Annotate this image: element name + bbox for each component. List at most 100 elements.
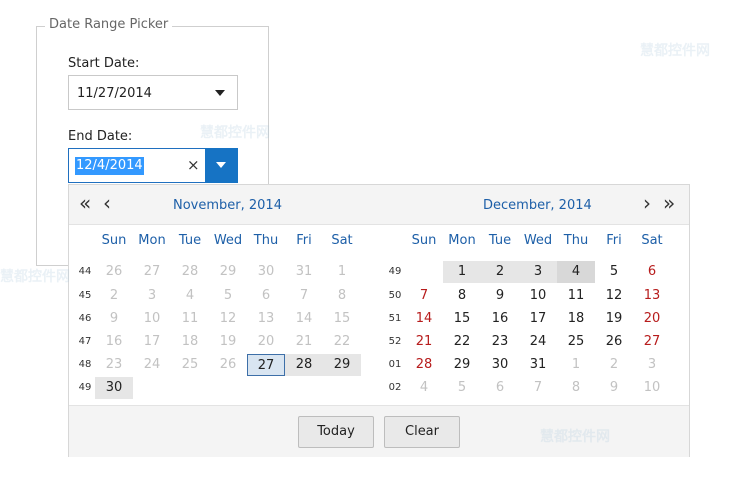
- calendar-day[interactable]: 28: [285, 354, 323, 376]
- left-month-title: November, 2014: [173, 198, 282, 213]
- calendar-day[interactable]: 27: [633, 331, 671, 353]
- end-date-value[interactable]: 12/4/2014: [75, 157, 144, 175]
- clear-icon[interactable]: ×: [187, 156, 200, 174]
- calendar-day[interactable]: 9: [481, 285, 519, 307]
- clear-button[interactable]: Clear: [384, 416, 460, 448]
- weekday-header: Sat: [641, 233, 663, 248]
- calendar-day[interactable]: 23: [95, 354, 133, 376]
- calendar-day[interactable]: 9: [95, 308, 133, 330]
- today-button[interactable]: Today: [298, 416, 374, 448]
- calendar-day[interactable]: 3: [633, 354, 671, 376]
- calendar-day[interactable]: 10: [133, 308, 171, 330]
- calendar-day[interactable]: 1: [557, 354, 595, 376]
- week-number: 52: [388, 336, 402, 347]
- calendar-day[interactable]: 9: [595, 377, 633, 399]
- calendar-day[interactable]: 31: [519, 354, 557, 376]
- calendar-day[interactable]: 24: [133, 354, 171, 376]
- calendar-day[interactable]: 26: [209, 354, 247, 376]
- calendar-day[interactable]: 28: [405, 354, 443, 376]
- calendar-day[interactable]: 10: [633, 377, 671, 399]
- weekday-header: Fri: [606, 233, 622, 248]
- end-date-label: End Date:: [68, 129, 133, 144]
- calendar-day[interactable]: 29: [323, 354, 361, 376]
- calendar-day[interactable]: 2: [595, 354, 633, 376]
- calendar-day[interactable]: 19: [209, 331, 247, 353]
- calendar-day[interactable]: 20: [247, 331, 285, 353]
- calendar-day[interactable]: 16: [481, 308, 519, 330]
- calendar-day[interactable]: 1: [443, 261, 481, 283]
- calendar-day[interactable]: 20: [633, 308, 671, 330]
- calendar-day[interactable]: 11: [557, 285, 595, 307]
- calendar-day[interactable]: 7: [285, 285, 323, 307]
- watermark: 慧都控件网: [540, 429, 610, 445]
- prev-month-icon[interactable]: ‹: [103, 191, 111, 215]
- calendar-day[interactable]: 8: [323, 285, 361, 307]
- calendar-day[interactable]: 3: [519, 261, 557, 283]
- calendar-day[interactable]: 12: [209, 308, 247, 330]
- calendar-day[interactable]: 1: [323, 261, 361, 283]
- weekday-header: Tue: [488, 233, 512, 248]
- calendar-day[interactable]: 11: [171, 308, 209, 330]
- end-date-input[interactable]: 12/4/2014 ×: [68, 148, 238, 183]
- calendar-day[interactable]: 17: [133, 331, 171, 353]
- calendar-day[interactable]: 28: [171, 261, 209, 283]
- group-legend: Date Range Picker: [45, 17, 173, 32]
- calendar-day[interactable]: 4: [171, 285, 209, 307]
- calendar-day[interactable]: 10: [519, 285, 557, 307]
- calendar-day[interactable]: 6: [247, 285, 285, 307]
- calendar-day[interactable]: 5: [209, 285, 247, 307]
- calendar-day[interactable]: 2: [95, 285, 133, 307]
- calendar-day[interactable]: 22: [323, 331, 361, 353]
- last-month-icon[interactable]: »: [663, 191, 675, 215]
- calendar-day[interactable]: 4: [557, 261, 595, 283]
- calendar-day[interactable]: 30: [481, 354, 519, 376]
- calendar-day[interactable]: 5: [595, 261, 633, 283]
- calendar-day[interactable]: 6: [481, 377, 519, 399]
- next-month-icon[interactable]: ›: [643, 191, 651, 215]
- calendar-day[interactable]: 13: [247, 308, 285, 330]
- first-month-icon[interactable]: «: [79, 191, 91, 215]
- calendar-day[interactable]: 25: [171, 354, 209, 376]
- start-date-dropdown[interactable]: 11/27/2014: [68, 75, 238, 110]
- calendar-day[interactable]: 13: [633, 285, 671, 307]
- calendar-day[interactable]: 31: [285, 261, 323, 283]
- calendar-day[interactable]: 15: [443, 308, 481, 330]
- calendar-day[interactable]: 26: [595, 331, 633, 353]
- calendar-day[interactable]: 30: [247, 261, 285, 283]
- calendar-day[interactable]: 5: [443, 377, 481, 399]
- calendar-day[interactable]: 25: [557, 331, 595, 353]
- calendar-dropdown-button[interactable]: [205, 148, 238, 183]
- weekday-header: Sun: [101, 233, 127, 248]
- calendar-day[interactable]: 15: [323, 308, 361, 330]
- calendar-day[interactable]: 27: [133, 261, 171, 283]
- calendar-day[interactable]: 14: [405, 308, 443, 330]
- calendar-day[interactable]: 27: [247, 354, 285, 376]
- weekday-header: Sun: [411, 233, 437, 248]
- calendar-day[interactable]: 8: [557, 377, 595, 399]
- calendar-day[interactable]: 29: [209, 261, 247, 283]
- calendar-day[interactable]: 30: [95, 377, 133, 399]
- calendar-day[interactable]: 26: [95, 261, 133, 283]
- calendar-day[interactable]: 23: [481, 331, 519, 353]
- calendar-day[interactable]: 8: [443, 285, 481, 307]
- calendar-day[interactable]: 14: [285, 308, 323, 330]
- calendar-day[interactable]: 21: [285, 331, 323, 353]
- calendar-day[interactable]: 19: [595, 308, 633, 330]
- calendar-day[interactable]: 17: [519, 308, 557, 330]
- calendar-day[interactable]: 16: [95, 331, 133, 353]
- calendar-day[interactable]: 22: [443, 331, 481, 353]
- calendar-day[interactable]: 4: [405, 377, 443, 399]
- calendar-day[interactable]: 12: [595, 285, 633, 307]
- calendar-day[interactable]: 18: [557, 308, 595, 330]
- weekday-header: Tue: [178, 233, 202, 248]
- calendar-day[interactable]: 3: [133, 285, 171, 307]
- calendar-day[interactable]: 24: [519, 331, 557, 353]
- calendar-day[interactable]: 18: [171, 331, 209, 353]
- calendar-day[interactable]: 7: [405, 285, 443, 307]
- calendar-day[interactable]: 2: [481, 261, 519, 283]
- calendar-day[interactable]: 21: [405, 331, 443, 353]
- calendar-day[interactable]: 7: [519, 377, 557, 399]
- calendar-day[interactable]: 6: [633, 261, 671, 283]
- week-number: 46: [78, 313, 92, 324]
- calendar-day[interactable]: 29: [443, 354, 481, 376]
